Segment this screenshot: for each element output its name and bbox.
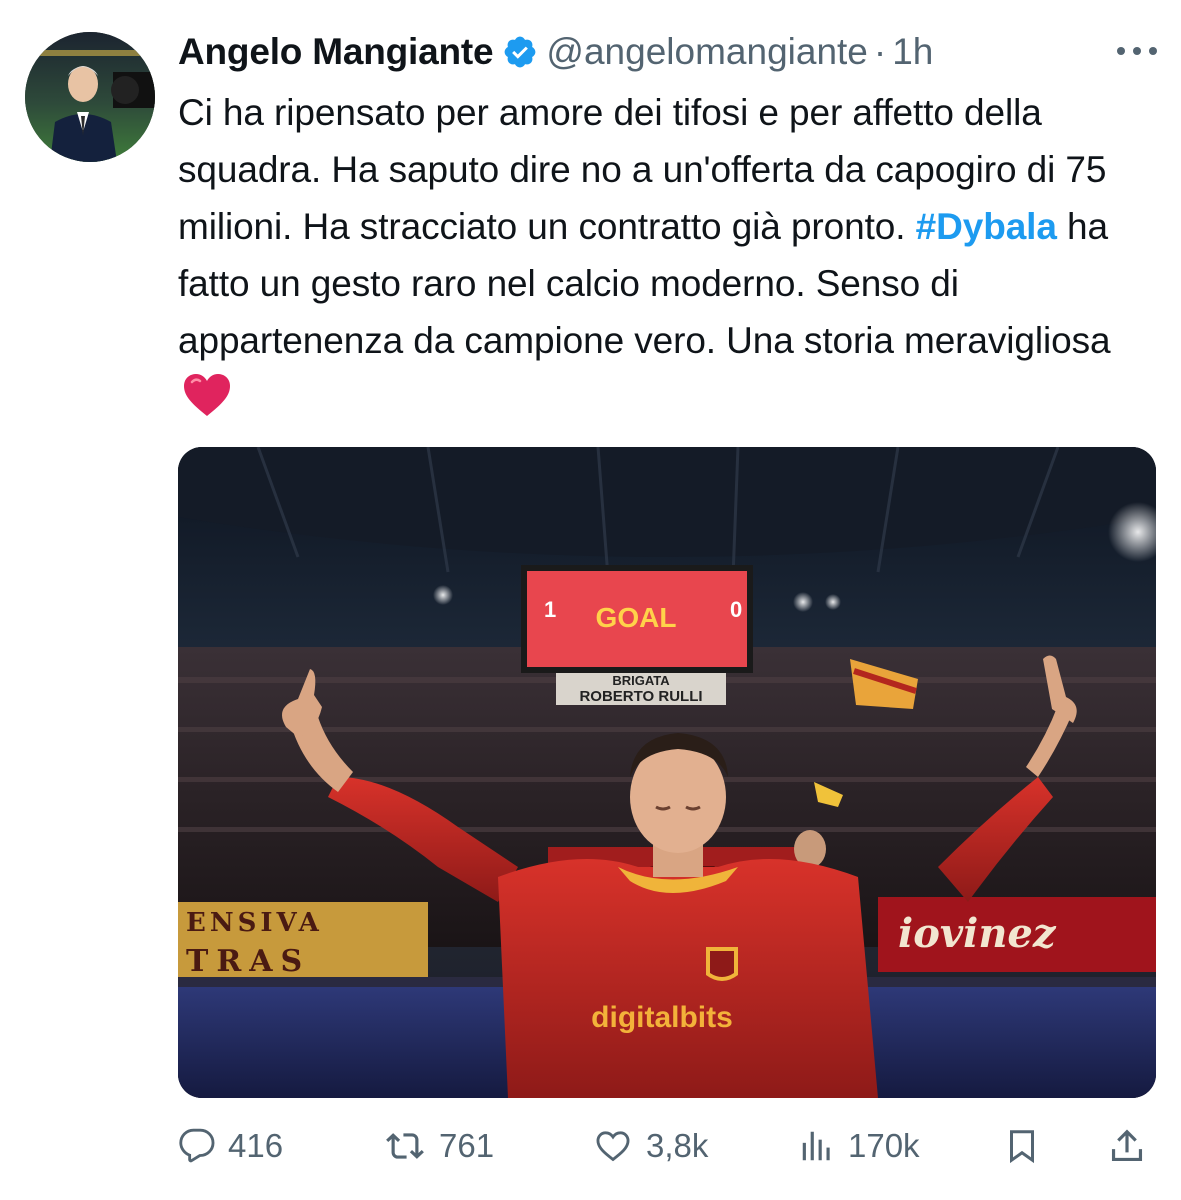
red-heart-icon <box>182 372 232 418</box>
avatar[interactable] <box>25 32 155 162</box>
like-count: 3,8k <box>646 1127 709 1164</box>
reply-icon <box>179 1128 215 1163</box>
share-icon <box>1111 1129 1143 1162</box>
hashtag-link[interactable]: #Dybala <box>916 206 1057 247</box>
retweet-count: 761 <box>439 1127 495 1164</box>
banner-roberto-rulli: ROBERTO RULLI <box>579 688 702 705</box>
tweet-actions: 416 761 3,8k 170k <box>178 1118 1156 1174</box>
more-options-icon[interactable] <box>1115 38 1159 64</box>
header-separator: · <box>873 31 887 72</box>
scoreboard-goal-text: GOAL <box>596 602 677 633</box>
tweet-timestamp[interactable]: 1h <box>892 31 933 73</box>
scoreboard-away-score: 0 <box>730 597 742 622</box>
left-banner-line1: ENSIVA <box>186 908 323 938</box>
tweet-header: Angelo Mangiante @angelomangiante · 1h <box>178 28 933 76</box>
retweet-icon <box>386 1133 424 1159</box>
avatar-photo <box>25 32 155 162</box>
left-banner-line2: TRAS <box>186 944 310 979</box>
scoreboard: 1 GOAL 0 <box>521 565 753 673</box>
right-banner-text: iovinez <box>898 910 1057 957</box>
reply-count: 416 <box>228 1127 284 1164</box>
bookmark-icon <box>1010 1130 1034 1164</box>
scoreboard-home-score: 1 <box>544 597 556 622</box>
stadium-photo: 1 GOAL 0 BRIGATA ROBERTO RULLI ROMA ENSI… <box>178 447 1156 1098</box>
views-chart-icon <box>802 1131 830 1161</box>
bookmark-button[interactable] <box>1004 1118 1040 1174</box>
shirt-sponsor: digitalbits <box>591 1001 733 1034</box>
like-button[interactable]: 3,8k <box>592 1118 708 1174</box>
tweet: Angelo Mangiante @angelomangiante · 1h C… <box>0 0 1181 1200</box>
like-heart-icon <box>596 1131 630 1162</box>
views-button[interactable]: 170k <box>798 1118 920 1174</box>
share-button[interactable] <box>1108 1118 1146 1174</box>
tweet-media-image[interactable]: 1 GOAL 0 BRIGATA ROBERTO RULLI ROMA ENSI… <box>178 447 1156 1098</box>
author-handle[interactable]: @angelomangiante <box>546 31 867 73</box>
tweet-text: Ci ha ripensato per amore dei tifosi e p… <box>178 84 1158 426</box>
reply-button[interactable]: 416 <box>178 1118 283 1174</box>
author-display-name[interactable]: Angelo Mangiante <box>178 31 494 73</box>
views-count: 170k <box>848 1127 920 1164</box>
verified-badge-icon <box>502 34 538 70</box>
retweet-button[interactable]: 761 <box>383 1118 494 1174</box>
banner-brigata: BRIGATA <box>612 673 670 688</box>
